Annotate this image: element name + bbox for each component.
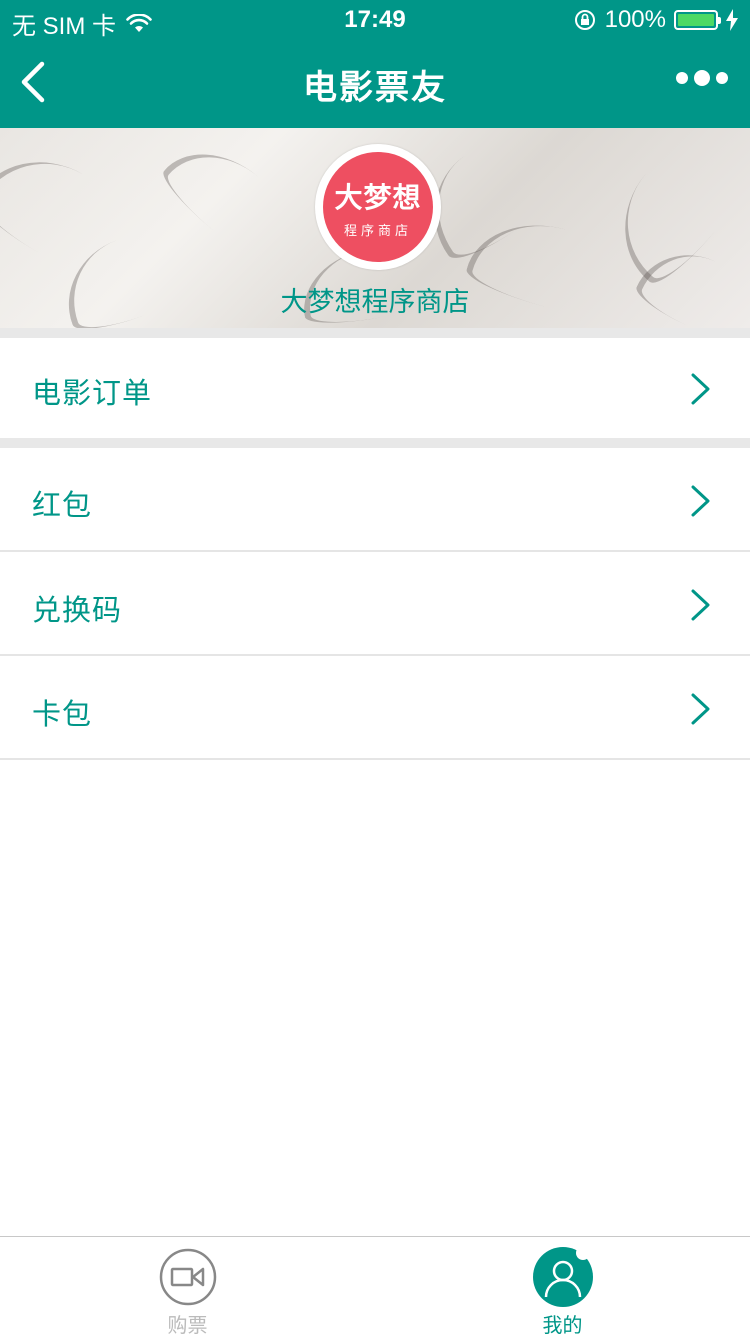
video-camera-icon <box>159 1248 217 1306</box>
chevron-right-icon <box>691 693 710 725</box>
store-logo: 大梦想 程序商店 <box>323 152 433 262</box>
more-button[interactable] <box>676 70 728 86</box>
chevron-right-icon <box>691 373 710 405</box>
tab-mine[interactable]: 我的 <box>375 1237 750 1334</box>
battery-icon <box>674 10 721 30</box>
menu-item-label: 卡包 <box>32 697 93 731</box>
tab-buy-tickets[interactable]: 购票 <box>0 1237 375 1334</box>
nav-bar: 电影票友 <box>0 40 750 128</box>
chevron-right-icon <box>691 589 710 621</box>
menu-item-label: 电影订单 <box>32 376 153 410</box>
status-bar: 无 SIM 卡 17:49 100% <box>0 0 750 40</box>
page-title: 电影票友 <box>303 68 447 108</box>
chevron-right-icon <box>691 485 710 517</box>
battery-fill <box>678 14 714 26</box>
menu-item-movie-orders[interactable]: 电影订单 <box>0 338 750 438</box>
avatar[interactable]: 大梦想 程序商店 <box>315 144 441 270</box>
status-right: 100% <box>573 6 738 34</box>
section-gap <box>0 328 750 338</box>
tab-label: 购票 <box>167 1313 208 1334</box>
tab-bar: 购票 我的 <box>0 1236 750 1334</box>
menu-item-label: 红包 <box>32 488 93 522</box>
menu-item-red-packet[interactable]: 红包 <box>0 448 750 550</box>
rotation-lock-icon <box>574 10 595 30</box>
user-icon <box>533 1247 593 1307</box>
logo-line2: 程序商店 <box>343 223 412 239</box>
store-name: 大梦想程序商店 <box>280 287 470 318</box>
profile-banner: 大梦想 程序商店 大梦想程序商店 <box>0 128 750 328</box>
section-gap <box>0 438 750 448</box>
logo-line1: 大梦想 <box>334 180 422 214</box>
battery-percent: 100% <box>604 6 666 33</box>
charging-icon <box>726 9 738 31</box>
more-dots-icon <box>716 72 728 84</box>
tab-label: 我的 <box>542 1313 583 1334</box>
more-dots-icon <box>676 72 688 84</box>
menu-item-card-wallet[interactable]: 卡包 <box>0 656 750 758</box>
menu-item-redeem-code[interactable]: 兑换码 <box>0 552 750 654</box>
more-dots-icon <box>694 70 710 86</box>
menu-item-label: 兑换码 <box>32 593 123 627</box>
divider <box>0 758 750 760</box>
